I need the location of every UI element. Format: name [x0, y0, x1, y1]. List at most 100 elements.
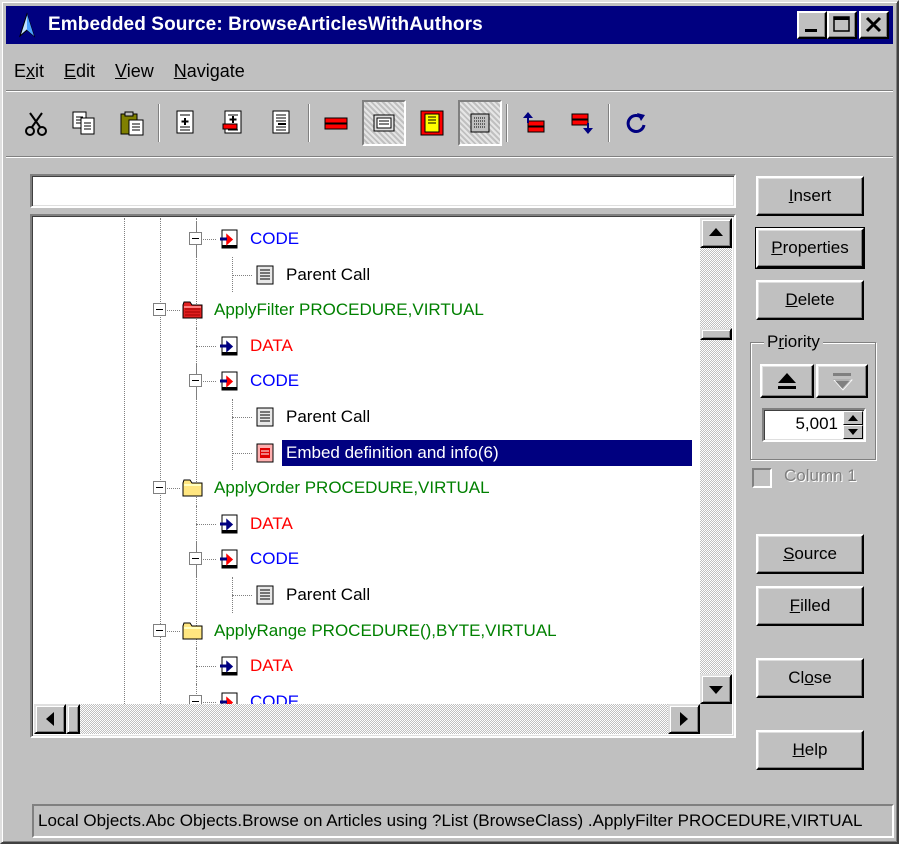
menu-view-label: View [115, 61, 154, 81]
priority-spinner[interactable]: 5,001 [762, 408, 866, 442]
tree-connector [232, 452, 252, 454]
tree-connector [232, 417, 252, 418]
tree-node-label[interactable]: DATA [246, 511, 297, 537]
tree-collapse-toggle[interactable] [189, 232, 202, 245]
copy-button[interactable] [62, 100, 106, 146]
folder-icon [182, 620, 204, 642]
insert-button[interactable]: Insert [756, 176, 864, 216]
spin-up-button[interactable] [843, 411, 863, 425]
close-window-button[interactable] [859, 11, 889, 39]
arrow-down-icon [709, 686, 723, 694]
previous-embed-button[interactable] [512, 100, 556, 146]
menu-edit[interactable]: Edit [54, 56, 105, 86]
help-button[interactable]: Help [756, 730, 864, 770]
menu-accel: E [64, 61, 77, 81]
tree-node-label[interactable]: CODE [246, 546, 303, 572]
tree-node-label[interactable]: CODE [246, 226, 303, 252]
arrow-left-icon [46, 712, 54, 726]
previous-embed-icon [523, 112, 545, 133]
menu-navigate-label: Navigate [173, 61, 245, 81]
show-all-icon [470, 113, 490, 133]
filled-button[interactable]: Filled [756, 586, 864, 626]
insert-embed-before-button[interactable] [212, 100, 256, 146]
vertical-scrollbar[interactable] [700, 218, 732, 704]
scroll-thumb-horizontal[interactable] [66, 704, 80, 734]
tree-collapse-toggle[interactable] [189, 694, 202, 704]
paste-button[interactable] [110, 100, 154, 146]
scroll-thumb[interactable] [700, 328, 732, 340]
insert-embed-button[interactable] [164, 100, 208, 146]
status-text: Local Objects.Abc Objects.Browse on Arti… [38, 811, 863, 830]
menu-view[interactable]: View [105, 56, 164, 86]
show-all-button[interactable] [458, 100, 502, 146]
delete-embed-button[interactable] [314, 100, 358, 146]
tree-node-label[interactable]: DATA [246, 653, 297, 679]
tree-node-label[interactable]: DATA [246, 333, 297, 359]
tree-collapse-toggle[interactable] [153, 623, 166, 637]
menu-exit[interactable]: Exit [6, 56, 54, 86]
title-bar[interactable]: Embedded Source: BrowseArticlesWithAutho… [6, 6, 893, 44]
insert-embed-icon [176, 110, 194, 134]
priority-label-pre: P [767, 332, 779, 351]
column-checkbox[interactable] [752, 468, 772, 488]
locator-input[interactable] [32, 176, 734, 206]
tree-connector [196, 523, 216, 525]
tree-collapse-toggle[interactable] [153, 481, 166, 495]
spin-down-button[interactable] [843, 425, 863, 439]
tree-node-label[interactable]: Parent Call [282, 262, 374, 288]
insert-embed-after-button[interactable] [260, 100, 304, 146]
delete-label-post: elete [797, 290, 835, 309]
copy-icon [72, 111, 95, 135]
tree-node-label[interactable]: CODE [246, 368, 303, 394]
source-button[interactable]: Source [756, 534, 864, 574]
close-label-accel: o [804, 668, 814, 687]
priority-up-button[interactable] [760, 364, 814, 398]
filled-only-icon [420, 110, 444, 136]
tree-connector [232, 595, 252, 596]
close-label-post: se [813, 668, 832, 687]
close-button[interactable]: Cl o se [756, 658, 864, 698]
embed-tree[interactable]: CODE Parent Call ApplyFilter PROCEDURE,VIR… [34, 218, 700, 704]
tree-node-label[interactable]: Parent Call [282, 404, 374, 430]
refresh-button[interactable] [614, 100, 658, 146]
scroll-right-button[interactable] [668, 704, 700, 734]
tree-node-label[interactable]: Embed definition and info(6) [282, 439, 692, 466]
menu-exit-label: Exit [14, 61, 45, 81]
minimize-button[interactable] [797, 11, 827, 39]
view-code-button[interactable] [362, 100, 406, 146]
scroll-left-button[interactable] [34, 704, 66, 734]
horizontal-scrollbar[interactable] [34, 704, 700, 734]
next-embed-button[interactable] [560, 100, 604, 146]
tree-node-label[interactable]: Parent Call [282, 582, 374, 608]
tree-node-label[interactable]: ApplyOrder PROCEDURE,VIRTUAL [210, 475, 494, 501]
filled-only-button[interactable] [410, 100, 454, 146]
refresh-icon [626, 113, 646, 133]
data-section-icon [218, 655, 240, 677]
locator-field[interactable] [30, 174, 736, 208]
tree-guide-line [124, 218, 125, 704]
tree-connector [196, 666, 216, 668]
menu-bar: Exit Edit View Navigate [6, 56, 255, 86]
delete-button[interactable]: Delete [756, 280, 864, 320]
priority-value[interactable]: 5,001 [795, 414, 838, 434]
menu-navigate[interactable]: Navigate [164, 56, 255, 86]
tree-node-label[interactable]: ApplyRange PROCEDURE(),BYTE,VIRTUAL [210, 618, 561, 644]
properties-button[interactable]: Properties [755, 227, 865, 269]
embedded-source-window: Embedded Source: BrowseArticlesWithAutho… [0, 0, 899, 844]
tree-node-label[interactable]: CODE [246, 689, 303, 704]
scroll-down-button[interactable] [700, 674, 732, 704]
delete-embed-icon [324, 117, 348, 130]
maximize-button[interactable] [827, 11, 857, 39]
maximize-icon [833, 16, 850, 32]
tree-collapse-toggle[interactable] [153, 303, 166, 317]
tree-collapse-toggle[interactable] [189, 374, 202, 388]
minimize-icon [805, 29, 817, 32]
cut-button[interactable] [14, 100, 58, 146]
tree-connector [232, 274, 252, 276]
tree-node-label[interactable]: ApplyFilter PROCEDURE,VIRTUAL [210, 297, 488, 323]
cut-icon [25, 112, 47, 136]
priority-label-post: iority [784, 332, 820, 351]
properties-label-accel: P [771, 238, 783, 257]
tree-collapse-toggle[interactable] [189, 552, 202, 566]
scroll-up-button[interactable] [700, 218, 732, 248]
